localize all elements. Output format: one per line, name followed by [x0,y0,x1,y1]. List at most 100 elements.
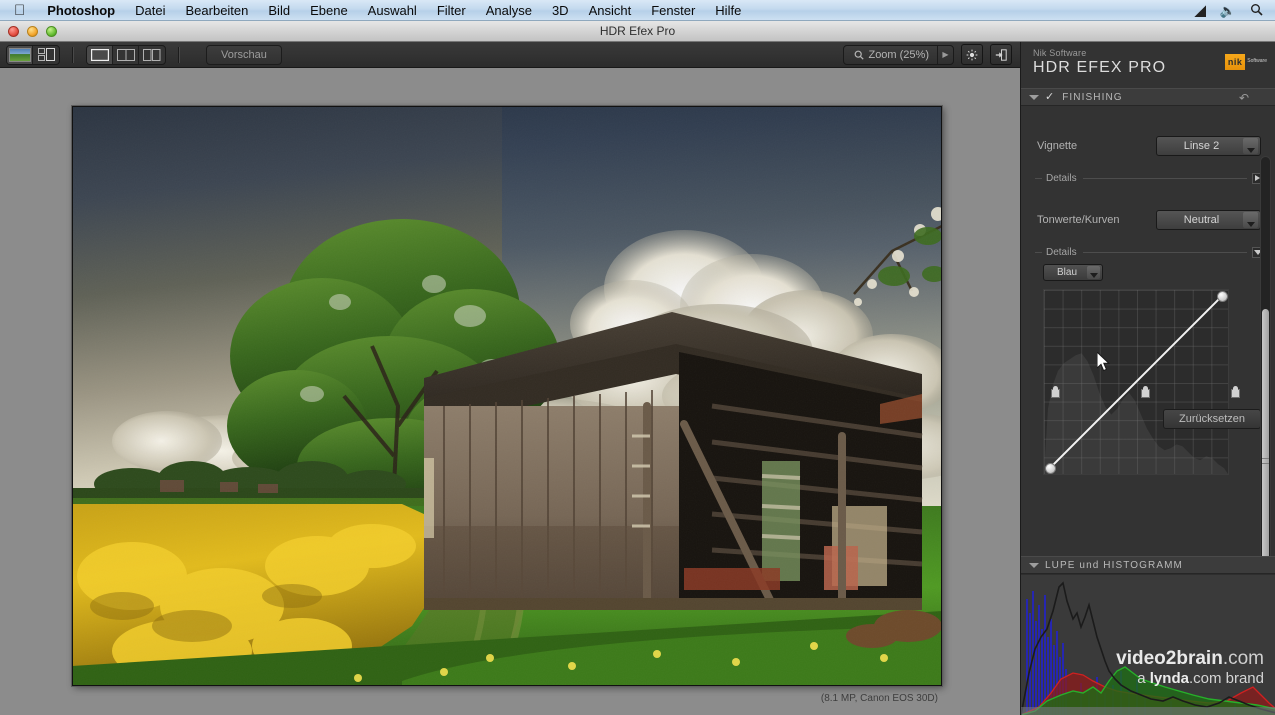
export-button[interactable] [990,44,1012,65]
highlight-slider[interactable] [1231,386,1240,398]
watermark-lynda: lynda [1149,669,1189,687]
tonal-details-row[interactable]: Details [1021,244,1275,260]
zoom-value-label: Zoom (25%) [868,48,929,61]
image-metadata-caption: (8.1 MP, Canon EOS 30D) [820,693,938,704]
panel-scrollbar-track[interactable] [1260,156,1271,561]
volume-icon[interactable]: 🔈 [1220,4,1236,17]
tonal-details-label: Details [1046,246,1077,258]
layout-single-icon [90,48,109,61]
layout-split-vertical-button[interactable] [113,45,139,64]
details-divider [1082,177,1247,179]
details-line-cap [1035,177,1042,179]
single-image-view-button[interactable] [7,45,33,64]
vignette-details-label: Details [1046,172,1077,184]
toolbar-divider-1 [72,46,74,63]
histogram-display[interactable]: video2brain.com a lynda.com brand [1021,575,1275,715]
menu-item-hilfe[interactable]: Hilfe [705,0,751,21]
app-window:  Photoshop Datei Bearbeiten Bild Ebene … [0,0,1275,715]
details-divider [1082,251,1247,253]
black-point-handle[interactable] [1045,463,1056,474]
tonal-curves-dropdown[interactable]: Neutral [1156,210,1261,230]
apple-icon[interactable]:  [14,3,25,18]
toolbar-divider-2 [178,46,180,63]
brightness-icon [966,49,978,60]
layout-group [86,44,166,65]
menu-bar-status-area: ◢ 🔈 [1195,3,1275,18]
layout-split-horizontal-icon [143,48,161,61]
video2brain-watermark: video2brain.com a lynda.com brand [1116,648,1264,687]
image-thumbnail-icon [8,47,31,62]
menu-item-datei[interactable]: Datei [125,0,175,21]
watermark-line-1: video2brain.com [1116,648,1264,670]
zoom-label-wrap: Zoom (25%) [844,49,937,61]
scrollbar-grip [1262,458,1269,464]
tonal-curves-label: Tonwerte/Kurven [1037,214,1120,226]
layout-split-vertical-icon [116,48,135,61]
window-title: HDR Efex Pro [599,24,676,38]
chevron-down-icon[interactable] [1029,94,1039,100]
nik-software-logo: nik Software [1225,53,1267,70]
compare-grid-icon [37,48,55,61]
menu-item-3d[interactable]: 3D [542,0,579,21]
layout-split-horizontal-button[interactable] [139,46,165,64]
compare-view-button[interactable] [33,46,59,64]
histogram-section-title: LUPE und HISTOGRAMM [1045,559,1183,571]
adobe-bridge-icon[interactable]: ◢ [1195,3,1206,17]
view-mode-group [6,44,60,65]
finishing-checkbox[interactable]: ✓ [1045,91,1054,103]
export-arrow-icon [995,48,1007,61]
menu-item-fenster[interactable]: Fenster [641,0,705,21]
curve-channel-dropdown[interactable]: Blau [1043,264,1103,281]
shadow-slider[interactable] [1051,386,1060,398]
zoom-controls: Zoom (25%) ▶ [843,44,1020,65]
nik-logo-mark: nik [1225,53,1246,70]
vignette-row: Vignette Linse 2 [1021,128,1275,164]
panel-scrollbar-thumb[interactable] [1262,309,1269,561]
chevron-right-icon[interactable]: ▶ [937,45,953,64]
menu-item-analyse[interactable]: Analyse [476,0,542,21]
chevron-down-icon[interactable] [1087,266,1100,279]
nik-logo-word: Software [1247,58,1267,64]
app-toolbar: Vorschau Zoom (25%) ▶ [0,42,1020,68]
menu-item-filter[interactable]: Filter [427,0,476,21]
chevron-down-icon[interactable] [1029,562,1039,568]
tone-curve-editor[interactable] [1043,289,1229,475]
menu-item-photoshop[interactable]: Photoshop [37,0,125,21]
details-line-cap [1035,251,1042,253]
midtone-slider[interactable] [1141,386,1150,398]
undo-arrow-icon[interactable]: ↶ [1239,92,1249,104]
image-canvas[interactable]: (8.1 MP, Canon EOS 30D) [0,68,1020,715]
reset-button[interactable]: Zurücksetzen [1163,409,1261,429]
vignette-label: Vignette [1037,140,1078,152]
settings-panel: Nik Software HDR EFEX PRO nik Software ✓… [1020,42,1275,715]
os-menu-bar:  Photoshop Datei Bearbeiten Bild Ebene … [0,0,1275,21]
watermark-suffix: .com brand [1188,669,1264,687]
white-point-handle[interactable] [1217,291,1228,302]
histogram-section-header[interactable]: LUPE und HISTOGRAMM [1021,556,1275,574]
chevron-down-icon[interactable] [1243,138,1258,154]
loupe-histogram-section: LUPE und HISTOGRAMM video2brain.com a ly… [1021,556,1275,715]
spotlight-search-icon[interactable] [1250,3,1263,18]
menu-item-bearbeiten[interactable]: Bearbeiten [176,0,259,21]
menu-item-ansicht[interactable]: Ansicht [579,0,642,21]
watermark-line-2: a lynda.com brand [1116,670,1264,687]
window-title-bar[interactable]: HDR Efex Pro [0,21,1275,42]
rgb-histogram [1021,581,1275,715]
loupe-button[interactable] [961,44,983,65]
watermark-tld: .com [1222,647,1264,669]
preview-toggle-button[interactable]: Vorschau [206,44,282,65]
menu-item-bild[interactable]: Bild [258,0,300,21]
nik-logo-text: nik [1227,56,1243,67]
menu-item-auswahl[interactable]: Auswahl [358,0,427,21]
photo-artwork [72,106,942,686]
curve-line [1050,296,1222,468]
chevron-down-icon[interactable] [1243,212,1258,228]
vignette-dropdown[interactable]: Linse 2 [1156,136,1261,156]
finishing-section-header[interactable]: ✓ FINISHING ↶ [1021,88,1275,106]
layout-single-button[interactable] [87,45,113,64]
vignette-details-row[interactable]: Details [1021,170,1275,186]
finishing-section-title: FINISHING [1062,91,1123,103]
preview-photo[interactable] [72,106,942,686]
menu-item-ebene[interactable]: Ebene [300,0,358,21]
zoom-selector[interactable]: Zoom (25%) ▶ [843,44,954,65]
